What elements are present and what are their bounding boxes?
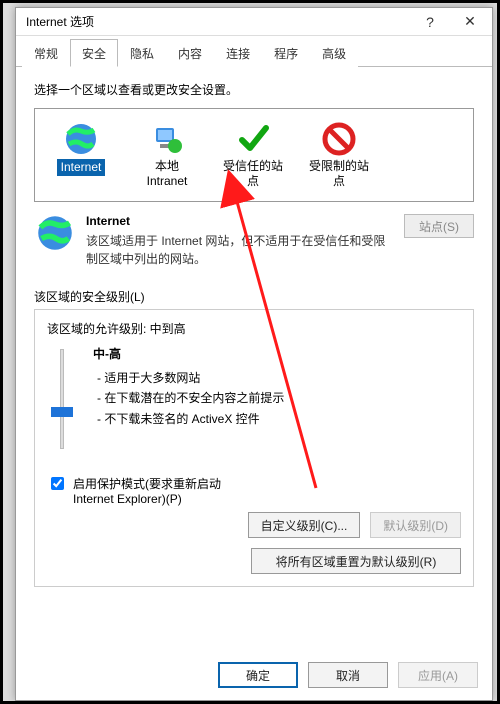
zone-local-intranet[interactable]: 本地 Intranet [127, 119, 207, 191]
no-entry-icon [301, 121, 377, 157]
security-level-label: 该区域的安全级别(L) [34, 288, 474, 305]
level-bullets: - 适用于大多数网站 - 在下载潜在的不安全内容之前提示 - 不下载未签名的 A… [93, 368, 461, 429]
globe-icon [34, 214, 76, 268]
zone-desc-text: 该区域适用于 Internet 网站，但不适用于在受信任和受限制区域中列出的网站… [86, 232, 394, 268]
slider-thumb[interactable] [51, 407, 73, 417]
zone-internet[interactable]: Internet [41, 119, 121, 191]
security-level-group: 该区域的允许级别: 中到高 中-高 - 适用于大多数网站 - 在下载潜在的不安全… [34, 309, 474, 587]
protected-mode-checkbox[interactable] [51, 477, 64, 490]
allowed-levels-text: 该区域的允许级别: 中到高 [47, 320, 461, 337]
dialog-footer: 确定 取消 应用(A) [218, 662, 478, 688]
cancel-button[interactable]: 取消 [308, 662, 388, 688]
protected-mode-label: 启用保护模式(要求重新启动 Internet Explorer)(P) [73, 475, 221, 506]
security-tab-panel: 选择一个区域以查看或更改安全设置。 Internet [16, 67, 492, 597]
zone-restricted-sites[interactable]: 受限制的站 点 [299, 119, 379, 191]
tab-connections[interactable]: 连接 [214, 39, 262, 67]
window-title: Internet 选项 [26, 13, 410, 30]
reset-all-zones-button[interactable]: 将所有区域重置为默认级别(R) [251, 548, 461, 574]
ok-button[interactable]: 确定 [218, 662, 298, 688]
instruction-text: 选择一个区域以查看或更改安全设置。 [34, 81, 474, 98]
tab-programs[interactable]: 程序 [262, 39, 310, 67]
globe-icon [43, 121, 119, 157]
checkmark-icon [215, 121, 291, 157]
slider-track [60, 349, 64, 449]
zone-description: Internet 该区域适用于 Internet 网站，但不适用于在受信任和受限… [34, 214, 474, 268]
apply-button[interactable]: 应用(A) [398, 662, 478, 688]
close-button[interactable]: ✕ [450, 8, 490, 36]
sites-button[interactable]: 站点(S) [404, 214, 474, 238]
tab-security[interactable]: 安全 [70, 39, 118, 67]
tab-privacy[interactable]: 隐私 [118, 39, 166, 67]
titlebar[interactable]: Internet 选项 ? ✕ [16, 8, 492, 36]
tab-general[interactable]: 常规 [22, 39, 70, 67]
intranet-icon [129, 121, 205, 157]
security-level-slider[interactable] [47, 345, 77, 455]
tab-strip: 常规 安全 隐私 内容 连接 程序 高级 [16, 36, 492, 67]
internet-options-dialog: Internet 选项 ? ✕ 常规 安全 隐私 内容 连接 程序 高级 选择一… [15, 7, 493, 701]
zone-desc-title: Internet [86, 214, 394, 228]
zone-list: Internet 本地 Intranet [34, 108, 474, 202]
custom-level-button[interactable]: 自定义级别(C)... [248, 512, 361, 538]
tab-advanced[interactable]: 高级 [310, 39, 358, 67]
default-level-button[interactable]: 默认级别(D) [370, 512, 461, 538]
zone-trusted-sites[interactable]: 受信任的站 点 [213, 119, 293, 191]
level-name: 中-高 [93, 345, 461, 362]
tab-content[interactable]: 内容 [166, 39, 214, 67]
help-button[interactable]: ? [410, 8, 450, 36]
